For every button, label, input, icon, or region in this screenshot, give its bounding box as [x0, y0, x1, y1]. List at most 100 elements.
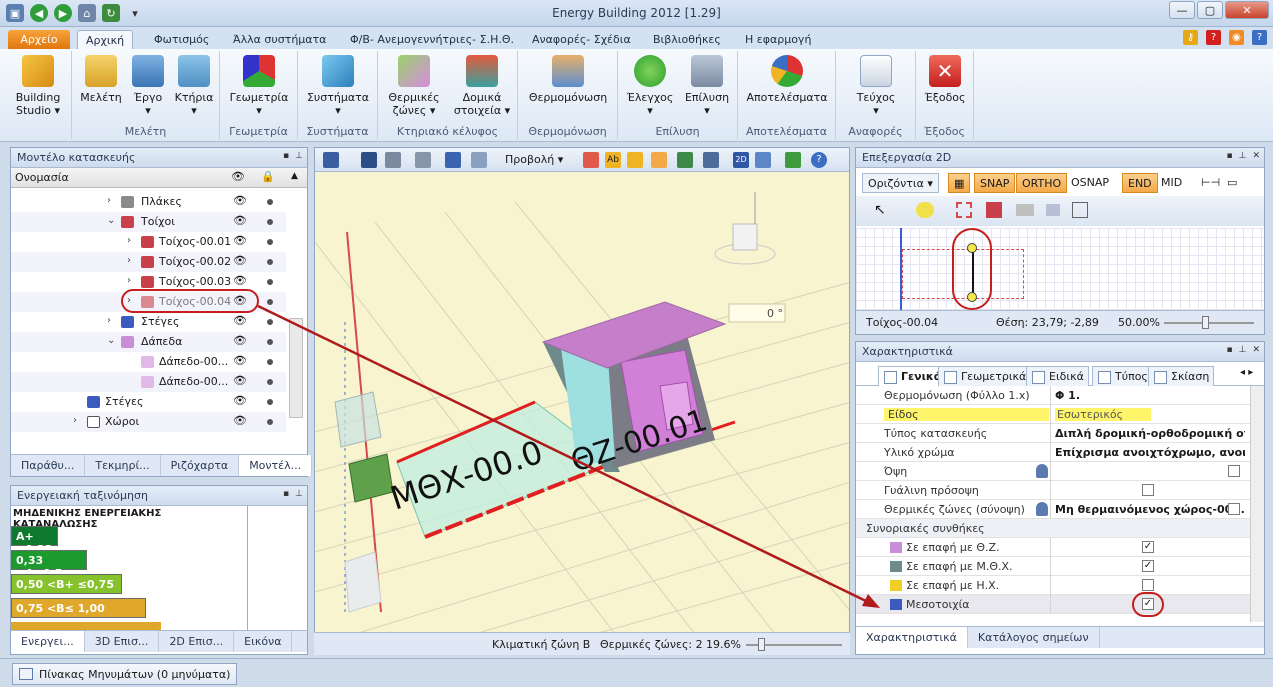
panel-menu-icon[interactable]: ▪	[283, 489, 289, 499]
tab-application[interactable]: Η εφαρμογή	[737, 30, 819, 49]
tab-pv-wind[interactable]: Φ/Β- Ανεμογεννήτριες- Σ.Η.Θ.	[342, 30, 522, 49]
tab-geometric[interactable]: Γεωμετρικά	[938, 366, 1032, 386]
minimize-button[interactable]: —	[1169, 1, 1195, 19]
property-row-thermal-zones[interactable]: Θερμικές ζώνες (σύνοψη) Μη θερμαινόμενος…	[856, 500, 1256, 519]
osnap-toggle[interactable]: OSNAP	[1066, 173, 1114, 193]
tab-underlays[interactable]: Ριζόχαρτα	[161, 455, 240, 476]
booklet-button[interactable]: Τεύχος ▾	[846, 55, 906, 117]
lock-dot-icon[interactable]	[267, 319, 273, 325]
tab-type[interactable]: Τύπος	[1092, 366, 1153, 386]
pin-icon[interactable]: ⊥	[1239, 345, 1247, 355]
slab-tool-icon[interactable]	[1016, 204, 1034, 216]
visibility-icon[interactable]: 👁	[233, 394, 247, 407]
3d-scene[interactable]: ΜΘΧ-00.0 ΘΖ-00.01 0 °	[315, 172, 850, 634]
tab-lighting[interactable]: Φωτισμός	[146, 30, 217, 49]
tab-reports-drawings[interactable]: Αναφορές- Σχέδια	[524, 30, 639, 49]
contact-tz-checkbox[interactable]: ✓	[1142, 541, 1154, 553]
tab-file[interactable]: Αρχείο	[8, 30, 70, 49]
close-button[interactable]: ✕	[1225, 1, 1269, 19]
expand-icon[interactable]: ›	[107, 195, 111, 206]
pointer-icon[interactable]: ↖	[874, 202, 886, 218]
2d-zoom-slider[interactable]	[1164, 322, 1254, 324]
print-icon[interactable]	[415, 152, 431, 168]
2d-view-icon[interactable]: 2D	[733, 152, 749, 168]
lock-dot-icon[interactable]	[267, 339, 273, 345]
tree-item-spaces[interactable]: › Χώροι 👁	[11, 412, 286, 432]
save-as-icon[interactable]	[361, 152, 377, 168]
orientation-dropdown[interactable]: Οριζόντια ▾	[862, 173, 939, 193]
collapse-icon[interactable]: ⌄	[107, 335, 115, 346]
tab-2d-view[interactable]: 2D Επισ...	[159, 631, 235, 652]
messages-tab[interactable]: Πίνακας Μηνυμάτων (0 μηνύματα)	[12, 663, 238, 685]
panel-menu-icon[interactable]: ▪	[1227, 345, 1233, 355]
visibility-icon[interactable]: 👁	[233, 234, 247, 247]
expand-icon[interactable]: ›	[127, 255, 131, 266]
lock-dot-icon[interactable]	[267, 259, 273, 265]
tab-other-systems[interactable]: Άλλα συστήματα	[225, 30, 334, 49]
layers-icon[interactable]	[583, 152, 599, 168]
pin-icon[interactable]: ⊥	[295, 151, 303, 161]
tab-shading[interactable]: Σκίαση	[1148, 366, 1215, 386]
visibility-icon[interactable]: 👁	[233, 254, 247, 267]
exit-button[interactable]: ✕ Έξοδος	[920, 55, 970, 104]
2d-canvas[interactable]	[856, 228, 1264, 310]
tab-model[interactable]: Μοντέλ...	[239, 455, 313, 476]
thermal-zones-button[interactable]: Θερμικές ζώνες ▾	[384, 55, 444, 117]
tab-special[interactable]: Ειδικά	[1026, 366, 1089, 386]
person-icon[interactable]	[1036, 502, 1048, 516]
property-row-glass-facade[interactable]: Γυάλινη πρόσοψη	[856, 481, 1256, 500]
scroll-up-icon[interactable]: ▲	[291, 171, 298, 181]
expand-icon[interactable]: ›	[127, 275, 131, 286]
ruler-icon[interactable]: ▭	[1222, 173, 1242, 193]
glass-facade-checkbox[interactable]	[1142, 484, 1154, 496]
tree-item-roofs[interactable]: › Στέγες 👁	[11, 312, 286, 332]
tab-point-list[interactable]: Κατάλογος σημείων	[968, 627, 1100, 648]
property-row-contact-tz[interactable]: Σε επαφή με Θ.Ζ. ✓	[856, 538, 1256, 557]
systems-button[interactable]: Συστήματα ▾	[304, 55, 372, 117]
tab-libraries[interactable]: Βιβλιοθήκες	[645, 30, 729, 49]
contact-sun-checkbox[interactable]	[1142, 579, 1154, 591]
tree-item-roofs-2[interactable]: Στέγες 👁	[11, 392, 286, 412]
lock-dot-icon[interactable]	[267, 299, 273, 305]
tab-characteristics[interactable]: Χαρακτηριστικά	[856, 627, 968, 648]
panel-menu-icon[interactable]: ▪	[283, 151, 289, 161]
tree-item-wall-02[interactable]: › Τοίχος-00.02 👁	[11, 252, 286, 272]
visibility-icon[interactable]: 👁	[233, 274, 247, 287]
roof-tool-icon[interactable]	[1046, 204, 1060, 216]
help-icon[interactable]: ?	[1206, 30, 1221, 45]
property-row-contact-sun[interactable]: Σε επαφή με Η.Χ.	[856, 576, 1256, 595]
key-icon[interactable]: ⚷	[1183, 30, 1198, 45]
visibility-icon[interactable]: 👁	[233, 374, 247, 387]
expand-icon[interactable]: ›	[107, 315, 111, 326]
visibility-icon[interactable]: 👁	[233, 314, 247, 327]
property-row-facade[interactable]: Όψη	[856, 462, 1256, 481]
pin-icon[interactable]: ⊥	[1239, 151, 1247, 161]
lock-dot-icon[interactable]	[267, 199, 273, 205]
tree-item-wall-01[interactable]: › Τοίχος-00.01 👁	[11, 232, 286, 252]
lock-dot-icon[interactable]	[267, 379, 273, 385]
tab-documentation[interactable]: Τεκμηρί...	[85, 455, 161, 476]
mid-toggle[interactable]: MID	[1156, 173, 1187, 193]
view-cube[interactable]	[714, 192, 776, 265]
ortho-toggle[interactable]: ORTHO	[1016, 173, 1068, 193]
visibility-icon[interactable]: 👁	[233, 194, 247, 207]
collapse-icon[interactable]: ⌄	[107, 215, 115, 226]
expand-icon[interactable]: ›	[73, 415, 77, 426]
book-icon[interactable]	[703, 152, 719, 168]
info-icon[interactable]: ?	[1252, 30, 1267, 45]
section-icon[interactable]	[677, 152, 693, 168]
chart-icon[interactable]	[755, 152, 771, 168]
refresh-icon[interactable]	[785, 152, 801, 168]
save-icon[interactable]	[323, 152, 339, 168]
space-tool-icon[interactable]	[1072, 202, 1088, 218]
tab-energy[interactable]: Ενεργει...	[11, 631, 85, 652]
tab-windows[interactable]: Παράθυ...	[11, 455, 86, 476]
tree-item-wall-04[interactable]: › Τοίχος-00.04 👁	[11, 289, 286, 313]
lock-dot-icon[interactable]	[267, 219, 273, 225]
buildings-button[interactable]: Κτήρια ▾	[172, 55, 216, 117]
tree-item-walls[interactable]: ⌄ Τοίχοι 👁	[11, 212, 286, 232]
project-button[interactable]: Έργο ▾	[128, 55, 168, 117]
tab-3d-view[interactable]: 3D Επισ...	[85, 631, 160, 652]
building-studio-button[interactable]: Building Studio ▾	[8, 55, 68, 117]
property-row-construction-type[interactable]: Τύπος κατασκευής Διπλή δρομική-ορθοδρομι…	[856, 424, 1256, 443]
